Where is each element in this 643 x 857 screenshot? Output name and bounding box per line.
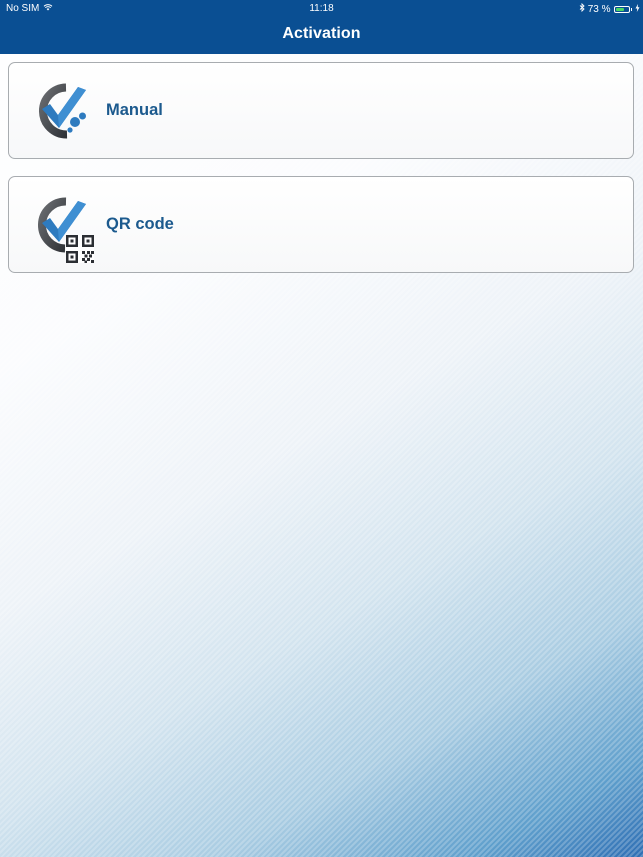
manual-label: Manual — [106, 101, 163, 119]
qr-code-label: QR code — [106, 215, 174, 233]
page-title: Activation — [282, 25, 361, 42]
status-bar: No SIM 11:18 73 % — [0, 0, 643, 17]
battery-tip — [630, 7, 632, 11]
manual-check-icon — [28, 81, 98, 145]
bluetooth-icon — [579, 2, 585, 15]
charging-icon — [635, 3, 640, 15]
activation-screen: No SIM 11:18 73 % Activation Manual QR c… — [0, 0, 643, 857]
header-bar: No SIM 11:18 73 % Activation — [0, 0, 643, 54]
qr-code-activation-button[interactable]: QR code — [8, 176, 634, 273]
battery-fill — [615, 7, 625, 11]
battery-percent: 73 % — [587, 3, 611, 15]
qr-check-icon — [28, 195, 98, 263]
status-time: 11:18 — [309, 3, 334, 14]
battery-icon — [613, 5, 630, 13]
status-right: 73 % — [579, 2, 640, 15]
manual-activation-button[interactable]: Manual — [8, 62, 634, 159]
